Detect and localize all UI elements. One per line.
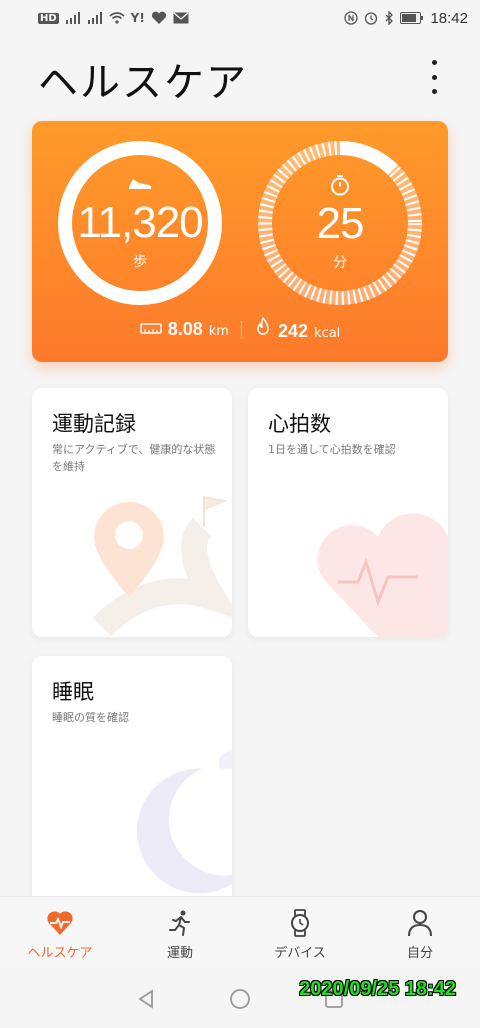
- steps-unit: 歩: [133, 254, 147, 270]
- nav-devices-label: デバイス: [274, 945, 326, 961]
- location-flag-icon: [92, 495, 232, 637]
- mail-icon: [173, 12, 189, 24]
- minutes-value: 25: [316, 199, 365, 248]
- calories-unit: kcal: [314, 326, 341, 341]
- flame-icon: [257, 317, 269, 335]
- calories-metric: 242 kcal: [254, 317, 340, 342]
- stopwatch-icon: [331, 175, 349, 196]
- clock-time: 18:42: [430, 9, 468, 27]
- nav-devices[interactable]: デバイス: [240, 897, 360, 971]
- minutes-unit: 分: [333, 255, 347, 271]
- person-icon: [408, 909, 432, 936]
- activity-summary-card[interactable]: 11,320 歩 25 分 8.08 km 242 kcal: [32, 121, 448, 362]
- app-header: ヘルスケア: [0, 48, 480, 105]
- nav-exercise-label: 運動: [166, 945, 193, 961]
- battery-icon: [400, 12, 424, 24]
- status-bar: HD Y! 18:42: [0, 0, 480, 36]
- page-title: ヘルスケア: [38, 61, 248, 105]
- yahoo-icon: Y!: [130, 11, 145, 25]
- heart-rate-card[interactable]: 心拍数 1日を通して心拍数を確認: [248, 388, 448, 637]
- sleep-card-desc: 睡眠の質を確認: [52, 711, 129, 724]
- nav-exercise[interactable]: 運動: [120, 897, 240, 971]
- distance-metric: 8.08 km: [140, 319, 229, 340]
- hd-icon: HD: [38, 12, 59, 24]
- nav-healthcare-label: ヘルスケア: [27, 945, 93, 961]
- bottom-navigation: ヘルスケア 運動 デバイス 自分: [0, 896, 480, 971]
- nfc-icon: [344, 11, 359, 25]
- heart-monitor-icon: [151, 11, 166, 24]
- status-right-icons: 18:42: [344, 10, 468, 27]
- status-left-icons: HD Y!: [38, 11, 189, 25]
- bluetooth-icon: [385, 11, 394, 25]
- exercise-record-card[interactable]: 運動記録 常にアクティブで、健康的な状態を維持: [32, 388, 232, 637]
- alarm-icon: [365, 12, 378, 25]
- metric-divider: [240, 320, 242, 339]
- watch-icon: [291, 908, 309, 937]
- timestamp-watermark: 2020/09/25 18:42: [299, 978, 456, 1000]
- distance-value: 8.08: [167, 319, 203, 339]
- runner-icon: [169, 910, 190, 936]
- signal-icon: [65, 12, 80, 24]
- nav-healthcare[interactable]: ヘルスケア: [0, 897, 120, 971]
- heart-pulse-art-icon: [317, 513, 448, 637]
- steps-ring[interactable]: 11,320 歩: [58, 141, 222, 305]
- active-minutes-ring[interactable]: 25 分: [258, 141, 422, 305]
- nav-me-label: 自分: [406, 945, 433, 961]
- moon-cloud-icon: [77, 751, 232, 916]
- distance-unit: km: [208, 324, 229, 339]
- nav-me[interactable]: 自分: [360, 897, 480, 971]
- shoe-icon: [129, 179, 152, 189]
- heart-pulse-icon: [47, 910, 73, 935]
- wifi-icon: [109, 12, 125, 24]
- exercise-card-title: 運動記録: [52, 413, 136, 436]
- hero-metrics: 8.08 km 242 kcal: [32, 317, 448, 342]
- more-vertical-icon[interactable]: [424, 60, 444, 94]
- heart-card-desc: 1日を通して心拍数を確認: [268, 443, 396, 456]
- steps-value: 11,320: [77, 198, 203, 247]
- back-icon[interactable]: [135, 988, 157, 1010]
- calories-value: 242: [277, 321, 309, 341]
- sleep-card[interactable]: 睡眠 睡眠の質を確認: [32, 656, 232, 916]
- ruler-icon: [140, 323, 162, 334]
- signal-icon: [87, 12, 102, 24]
- sleep-card-title: 睡眠: [52, 681, 94, 704]
- exercise-card-desc: 常にアクティブで、健康的な状態を維持: [52, 443, 216, 473]
- heart-card-title: 心拍数: [268, 413, 331, 436]
- home-icon[interactable]: [229, 988, 251, 1010]
